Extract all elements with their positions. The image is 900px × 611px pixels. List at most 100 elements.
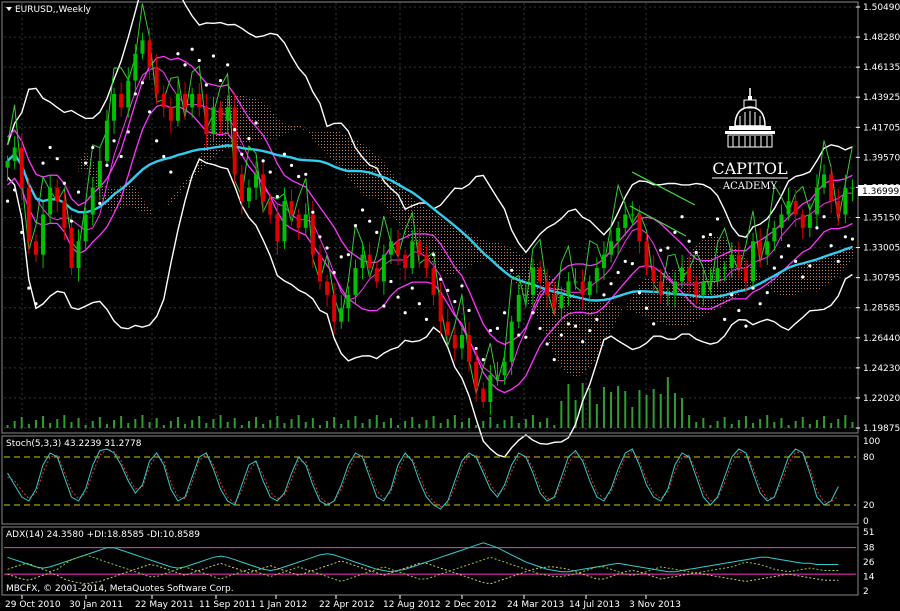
volume-bar — [482, 421, 485, 428]
sar-dot — [801, 275, 805, 279]
candle-body — [814, 187, 819, 215]
volume-bar — [666, 377, 669, 428]
time-tick-label: 22 May 2011 — [135, 600, 194, 610]
candle-body — [594, 268, 599, 282]
candle-body — [736, 254, 741, 269]
volume-bar — [553, 425, 556, 428]
sar-dot — [829, 244, 833, 248]
candle-body — [644, 241, 649, 269]
sar-dot — [772, 266, 776, 270]
price-tick-label: 1.33005 — [863, 244, 900, 254]
candle-body — [751, 241, 756, 282]
volume-bar — [148, 422, 151, 428]
price-tick-label: 1.39570 — [863, 153, 900, 163]
candle-body — [133, 53, 138, 81]
sar-dot — [744, 324, 748, 328]
candle-body — [829, 174, 834, 202]
sar-dot — [779, 255, 784, 259]
volume-bar — [702, 418, 705, 428]
sar-dot — [474, 346, 478, 351]
volume-bar — [503, 420, 506, 428]
candle-body — [559, 294, 564, 309]
volume-bar — [240, 425, 243, 428]
volume-bar — [851, 422, 854, 428]
sar-dot — [588, 328, 592, 333]
volume-bar — [205, 423, 208, 428]
candle-body — [239, 174, 244, 202]
volume-bar — [560, 401, 563, 428]
volume-bar — [645, 395, 648, 428]
candle-body — [502, 361, 507, 376]
candle-body — [332, 294, 337, 322]
sar-dot — [708, 232, 713, 237]
sar-dot — [304, 172, 308, 176]
sar-dot — [289, 163, 294, 167]
stochastic-tick-label: 100 — [863, 437, 880, 447]
sar-dot — [389, 279, 393, 284]
candle-body — [843, 187, 848, 215]
candle-body — [403, 254, 408, 269]
volume-bar — [830, 423, 833, 428]
volume-bar — [489, 417, 492, 428]
adx-tick-label: 51 — [863, 528, 874, 538]
time-tick-label: 11 Sep 2011 — [199, 600, 256, 610]
volume-bar — [184, 424, 187, 428]
volume-bar — [659, 394, 662, 428]
sar-dot — [424, 317, 429, 322]
sar-dot — [34, 302, 38, 306]
candle-body — [786, 201, 791, 215]
sar-dot — [403, 311, 407, 315]
adx-tick-label: 26 — [863, 558, 875, 568]
candle-body — [516, 294, 521, 322]
sar-dot — [765, 291, 769, 295]
volume-bar — [290, 419, 293, 428]
sar-dot — [211, 54, 216, 58]
volume-bar — [98, 417, 101, 428]
candle-body — [19, 147, 24, 188]
sar-dot — [112, 139, 116, 143]
sar-dot — [396, 295, 400, 299]
chart-window[interactable]: 1.50490 1.48280 1.46135 1.43925 1.41705 1.395… — [0, 0, 900, 611]
volume-bar — [304, 422, 307, 428]
volume-bar — [595, 404, 598, 428]
volume-bar — [844, 415, 847, 428]
volume-bar — [588, 388, 591, 428]
sar-dot — [467, 308, 471, 313]
volume-bar — [34, 420, 37, 428]
sar-dot — [652, 322, 656, 326]
sar-dot — [609, 282, 613, 286]
candle-body — [694, 281, 699, 295]
volume-bar — [42, 416, 45, 428]
candle-body — [112, 93, 117, 121]
candle-body — [282, 201, 287, 242]
current-price-label: 1.36999 — [862, 187, 899, 197]
sar-dot — [410, 286, 414, 290]
price-tick-label: 1.48280 — [863, 33, 900, 43]
volume-bar — [517, 423, 520, 428]
adx-tick-label: 14 — [863, 573, 875, 583]
sar-dot — [602, 293, 606, 297]
candle-body — [5, 160, 10, 168]
candle-body — [800, 214, 805, 228]
volume-bar — [191, 420, 194, 428]
sar-dot — [105, 163, 109, 167]
volume-bar — [70, 422, 73, 428]
candle-body — [758, 241, 763, 255]
candle-body — [140, 40, 145, 54]
sar-dot — [644, 306, 649, 310]
sar-dot — [69, 219, 74, 223]
volume-bar — [77, 418, 80, 428]
sar-dot — [204, 83, 208, 87]
sar-dot — [325, 246, 329, 250]
candle-body — [289, 201, 294, 215]
sar-dot — [84, 161, 88, 165]
logo-text-academy: ACADEMY — [722, 181, 778, 192]
volume-bar — [226, 422, 229, 428]
sar-dot — [559, 333, 563, 337]
stochastic-tick-label: 0 — [863, 517, 869, 527]
sar-dot — [261, 159, 265, 163]
candle-body — [33, 241, 38, 255]
candle-body — [807, 214, 812, 228]
sar-dot — [630, 262, 634, 266]
time-tick-label: 14 Jul 2013 — [569, 600, 620, 610]
